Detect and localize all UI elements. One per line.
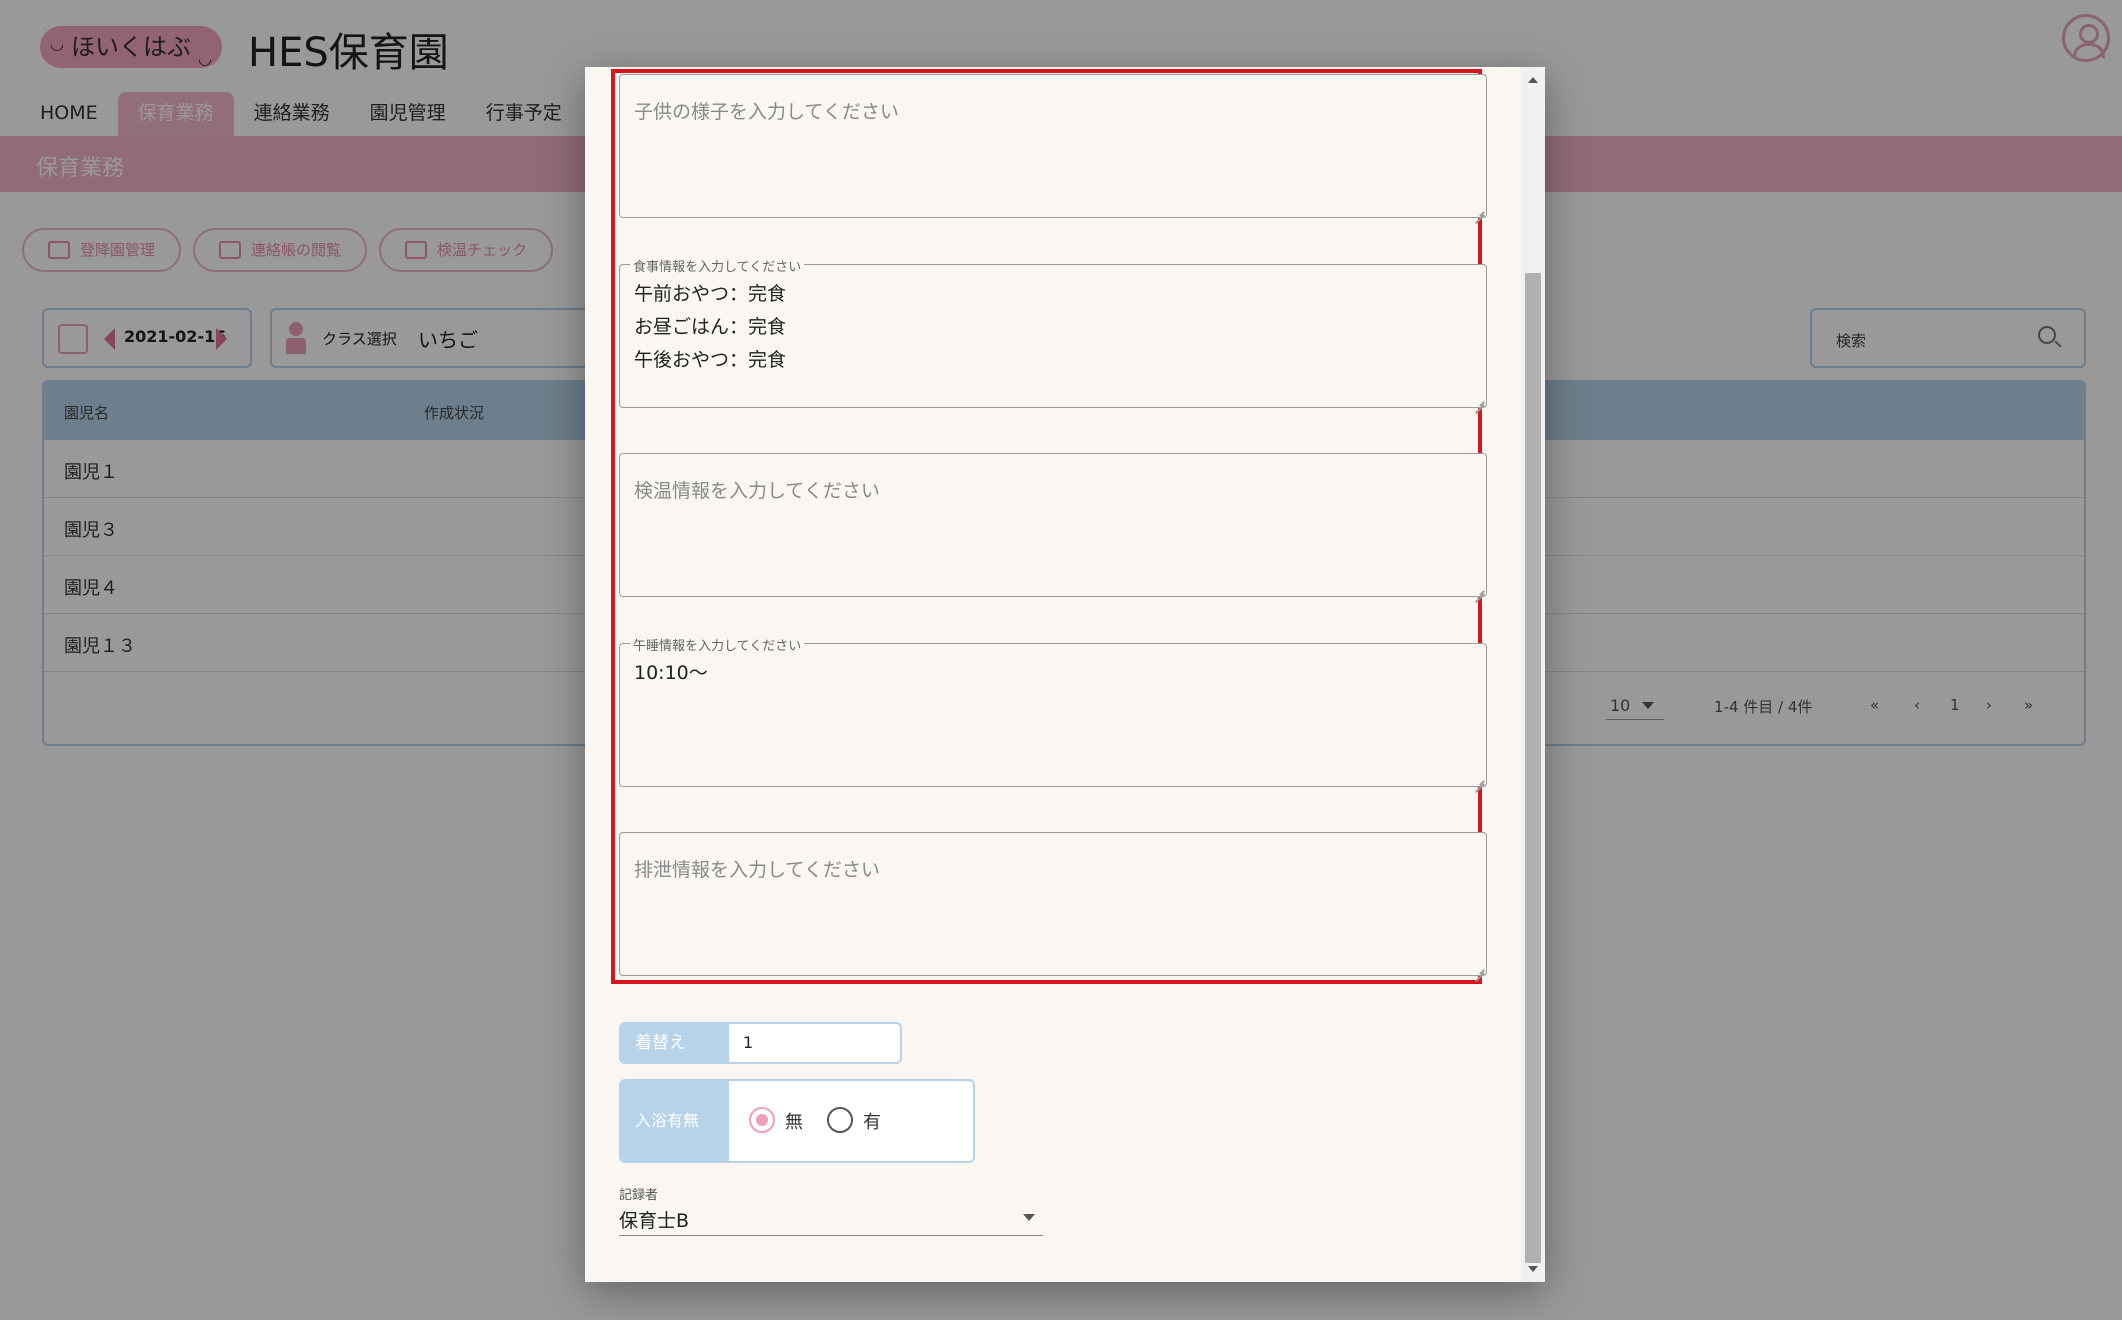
excretion-field[interactable]: 排泄情報を入力してください [619,832,1487,976]
resize-handle-icon[interactable] [1472,393,1484,405]
clothes-change-value: 1 [743,1033,754,1052]
meal-line: 午後おやつ：完食 [634,349,787,371]
bath-label: 入浴有無 [621,1081,729,1161]
resize-handle-icon[interactable] [1472,203,1484,215]
resize-handle-icon[interactable] [1472,582,1484,594]
excretion-placeholder: 排泄情報を入力してください [634,859,880,881]
chevron-down-icon[interactable] [1023,1214,1035,1221]
clothes-change-label: 着替え [621,1024,729,1062]
meal-field[interactable]: 食事情報を入力してください 午前おやつ：完食 お昼ごはん：完食 午後おやつ：完食 [619,256,1487,408]
child-condition-field[interactable]: 子供の様子を入力してください [619,74,1487,218]
recorder-label: 記録者 [619,1188,659,1203]
childcare-record-dialog: 子供の様子を入力してください 食事情報を入力してください 午前おやつ：完食 お昼… [585,67,1545,1282]
temperature-placeholder: 検温情報を入力してください [634,480,880,502]
scroll-up-icon[interactable] [1528,77,1538,83]
scroll-thumb[interactable] [1525,273,1541,1263]
clothes-change-input[interactable]: 着替え 1 [619,1022,902,1064]
meal-line: お昼ごはん：完食 [634,316,787,338]
temperature-field[interactable]: 検温情報を入力してください [619,453,1487,597]
recorder-select[interactable]: 保育士B [619,1202,1043,1236]
nap-line: 10:10～ [634,662,708,684]
child-condition-placeholder: 子供の様子を入力してください [634,101,899,123]
scroll-down-icon[interactable] [1528,1266,1538,1272]
recorder-value: 保育士B [619,1210,690,1232]
meal-line: 午前おやつ：完食 [634,283,787,305]
dialog-scrollbar[interactable] [1521,67,1545,1282]
nap-field[interactable]: 午睡情報を入力してください 10:10～ [619,635,1487,787]
bath-yes-label[interactable]: 有 [863,1108,881,1134]
bath-radio-group: 入浴有無 無 有 [619,1079,975,1163]
bath-no-radio[interactable] [749,1107,775,1133]
nap-legend: 午睡情報を入力してください [630,635,805,654]
meal-legend: 食事情報を入力してください [630,256,805,275]
resize-handle-icon[interactable] [1472,772,1484,784]
bath-no-label[interactable]: 無 [785,1108,803,1134]
resize-handle-icon[interactable] [1472,961,1484,973]
bath-yes-radio[interactable] [827,1107,853,1133]
